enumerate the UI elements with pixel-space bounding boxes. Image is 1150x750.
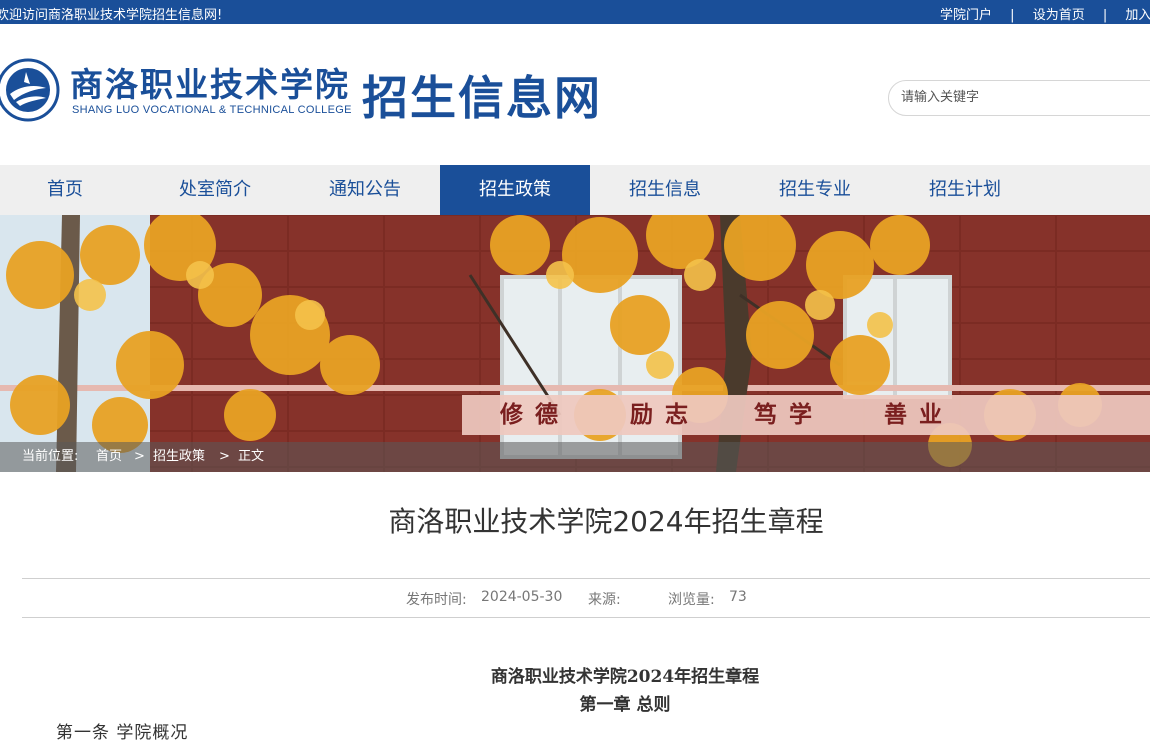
motto-word: 励志 xyxy=(630,401,700,428)
add-favorite-link[interactable]: 加入收藏 xyxy=(1125,4,1150,23)
nav-item-admission-policy[interactable]: 招生政策 xyxy=(440,165,590,215)
top-bar: 欢迎访问商洛职业技术学院招生信息网! 学院门户 | 设为首页 | 加入收藏 xyxy=(0,0,1150,24)
top-separator: | xyxy=(1010,8,1015,23)
section-heading: 第一条 学院概况 xyxy=(56,723,189,743)
college-name-cn: 商洛职业技术学院 xyxy=(70,65,350,104)
set-homepage-link[interactable]: 设为首页 xyxy=(1033,4,1085,23)
title-divider xyxy=(22,578,1150,579)
campus-banner: 修德 励志 笃学 善业 当前位置: 首页 > 招生政策 > 正文 xyxy=(0,215,1150,472)
top-separator: | xyxy=(1102,8,1108,23)
search-input[interactable] xyxy=(899,89,1143,106)
views-label: 浏览量: xyxy=(668,592,715,608)
breadcrumb-current: 正文 xyxy=(238,449,265,464)
breadcrumb-policy-link[interactable]: 招生政策 xyxy=(153,442,205,472)
search-box xyxy=(888,80,1150,116)
publish-date-label: 发布时间: xyxy=(406,592,467,608)
breadcrumb-prefix: 当前位置: xyxy=(22,449,79,464)
motto-word: 修德 xyxy=(500,401,570,428)
breadcrumb: 当前位置: 首页 > 招生政策 > 正文 xyxy=(0,442,1150,472)
chapter-heading: 第一章 总则 xyxy=(579,695,671,715)
breadcrumb-separator: > xyxy=(134,449,145,464)
welcome-text: 欢迎访问商洛职业技术学院招生信息网! xyxy=(0,8,223,23)
source-label: 来源: xyxy=(588,592,621,608)
nav-item-admission-plan[interactable]: 招生计划 xyxy=(890,165,1040,215)
meta-divider xyxy=(22,617,1150,618)
nav-item-majors[interactable]: 招生专业 xyxy=(740,165,890,215)
nav-item-notices[interactable]: 通知公告 xyxy=(290,165,440,215)
breadcrumb-separator: > xyxy=(219,449,230,464)
college-name-en: SHANG LUO VOCATIONAL & TECHNICAL COLLEGE xyxy=(72,104,352,116)
nav-item-office-intro[interactable]: 处室简介 xyxy=(140,165,290,215)
motto-word: 笃学 xyxy=(754,401,824,428)
breadcrumb-home-link[interactable]: 首页 xyxy=(96,442,122,472)
motto-word: 善业 xyxy=(884,401,954,428)
nav-item-admission-info[interactable]: 招生信息 xyxy=(590,165,740,215)
top-links: 学院门户 | 设为首页 | 加入收藏 xyxy=(940,4,1150,23)
nav-item-home[interactable]: 首页 xyxy=(0,165,140,215)
article-title: 商洛职业技术学院2024年招生章程 xyxy=(388,505,824,538)
portal-link[interactable]: 学院门户 xyxy=(940,4,992,23)
college-motto: 修德 励志 笃学 善业 xyxy=(462,395,1150,435)
college-emblem-icon[interactable] xyxy=(0,58,60,122)
views-count: 73 xyxy=(729,589,747,605)
body-title: 商洛职业技术学院2024年招生章程 xyxy=(490,667,760,687)
main-nav: 首页 处室简介 通知公告 招生政策 招生信息 招生专业 招生计划 xyxy=(0,165,1150,215)
site-title: 招生信息网 xyxy=(362,71,602,125)
publish-date: 2024-05-30 xyxy=(481,589,563,605)
